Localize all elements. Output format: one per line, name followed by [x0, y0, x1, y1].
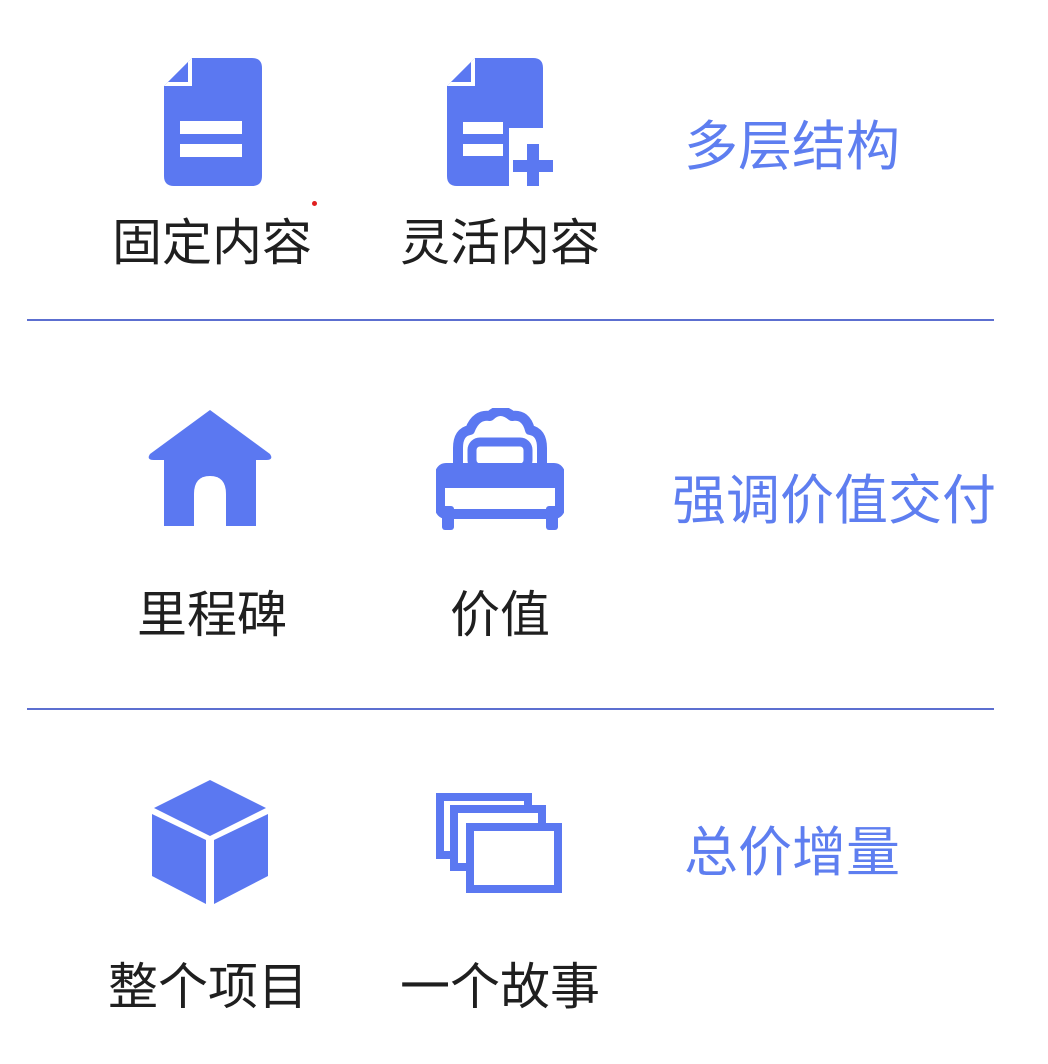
divider-2: [27, 708, 994, 710]
document-add-icon: [447, 58, 559, 186]
red-dot: [312, 201, 317, 206]
item-label-whole-project: 整个项目: [108, 958, 308, 1016]
item-label-milestone: 里程碑: [137, 586, 287, 644]
bed-icon: [436, 408, 564, 530]
row-title-total-increment: 总价增量: [684, 821, 900, 884]
divider-1: [27, 319, 994, 321]
item-label-value: 价值: [450, 586, 550, 644]
row-title-multi-layer: 多层结构: [684, 115, 900, 178]
document-icon: [164, 58, 262, 186]
stacked-cards-icon: [436, 793, 564, 893]
house-icon: [146, 408, 274, 526]
item-label-one-story: 一个故事: [400, 958, 600, 1016]
item-label-fixed-content: 固定内容: [112, 214, 312, 272]
cube-icon: [150, 778, 270, 906]
row-title-value-delivery: 强调价值交付: [672, 469, 996, 532]
item-label-flexible-content: 灵活内容: [400, 214, 600, 272]
